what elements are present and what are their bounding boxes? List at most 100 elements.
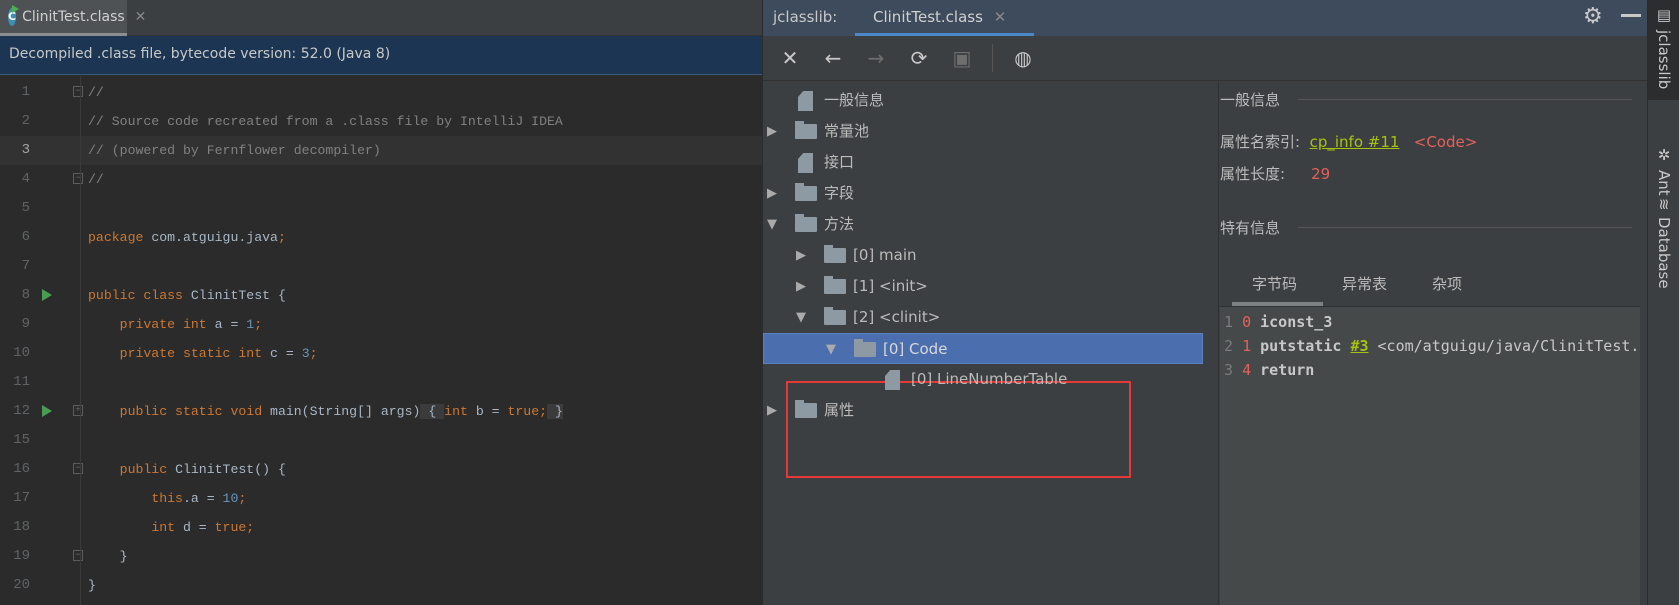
- bytecode-line-number: 2: [1224, 337, 1234, 355]
- tool-window-ant[interactable]: ✲ Ant: [1648, 140, 1679, 196]
- code-line: 20}: [0, 571, 762, 600]
- cp-info-link[interactable]: cp_info #11: [1310, 133, 1400, 151]
- run-gutter-icon[interactable]: [42, 289, 52, 301]
- code-token: ;: [309, 346, 318, 361]
- fold-collapse-icon[interactable]: −: [73, 173, 83, 184]
- tree-node[interactable]: ▶ [1] <init>: [763, 271, 1219, 302]
- code-line: 2 // Source code recreated from a .class …: [0, 107, 762, 136]
- collapsed-arrow-icon[interactable]: ▶: [767, 116, 777, 147]
- code-line: 11: [0, 368, 762, 397]
- gutter-divider: [80, 76, 81, 605]
- tree-node[interactable]: ▶ [0] main: [763, 240, 1219, 271]
- tool-window-jclasslib[interactable]: ▤ jclasslib: [1648, 0, 1679, 100]
- code-token: .a =: [182, 491, 223, 506]
- tree-node[interactable]: 接口: [763, 147, 1219, 178]
- tree-node[interactable]: [0] LineNumberTable: [763, 364, 1219, 395]
- refresh-icon[interactable]: ⟳: [906, 46, 932, 70]
- ant-icon: ✲: [1655, 146, 1673, 164]
- run-gutter-icon[interactable]: [42, 405, 52, 417]
- tree-node[interactable]: ▼ [2] <clinit>: [763, 302, 1219, 333]
- code-area[interactable]: 1−//2// Source code recreated from a .cl…: [0, 76, 762, 605]
- tab-misc[interactable]: 杂项: [1432, 273, 1462, 294]
- line-number: 5: [21, 200, 30, 216]
- class-structure-tree[interactable]: 一般信息 ▶ 常量池 接口 ▶ 字段 ▼ 方法 ▶ [0] main ▶ [1] <init> ▼ [2]…: [763, 81, 1219, 605]
- bytecode-view[interactable]: 1 0 iconst_3 2 1 putstatic #3 <com/atguig…: [1220, 307, 1640, 605]
- bytecode-line: 2 1 putstatic #3 <com/atguigu/java/Clini…: [1224, 337, 1640, 361]
- jclasslib-icon: ▤: [1655, 6, 1673, 24]
- expanded-arrow-icon[interactable]: ▼: [767, 209, 777, 240]
- fold-expand-icon[interactable]: +: [73, 405, 83, 416]
- tree-node[interactable]: ▶ 常量池: [763, 116, 1219, 147]
- code-token: //: [88, 85, 104, 100]
- save-icon[interactable]: ▣: [949, 46, 975, 70]
- code-line: 1 −//: [0, 78, 762, 107]
- line-number: 8: [21, 287, 30, 303]
- code-token: private static int: [119, 346, 271, 361]
- line-number: 6: [21, 229, 30, 245]
- tree-node[interactable]: ▼ [0] Code: [763, 333, 1203, 364]
- code-token: 1: [246, 317, 255, 332]
- tab-bytecode[interactable]: 字节码: [1252, 273, 1297, 294]
- code-token: int: [444, 404, 476, 419]
- code-text: }: [88, 542, 128, 571]
- toolbar-separator: [992, 44, 993, 72]
- jclasslib-toolbar: ✕ ← → ⟳ ▣ ◍: [763, 36, 1648, 81]
- tool-window-database[interactable]: ≋ Database: [1648, 192, 1679, 322]
- tree-node[interactable]: ▶ 属性: [763, 395, 1219, 426]
- tree-node[interactable]: ▼ 方法: [763, 209, 1219, 240]
- line-number: 1: [21, 84, 30, 100]
- bytecode-arg: <com/atguigu/java/ClinitTest.c>: [1377, 337, 1640, 355]
- section-title: 一般信息: [1220, 91, 1281, 109]
- code-text: //: [88, 78, 104, 107]
- code-line: 8 public class ClinitTest {: [0, 281, 762, 310]
- code-token: com.atguigu.java: [151, 230, 278, 245]
- minimize-icon[interactable]: [1621, 14, 1641, 17]
- tab-exception-table[interactable]: 异常表: [1342, 273, 1387, 294]
- bytecode-opcode: return: [1260, 361, 1315, 379]
- code-line: 17 this.a = 10;: [0, 484, 762, 513]
- forward-icon[interactable]: →: [863, 46, 889, 70]
- collapsed-arrow-icon[interactable]: ▶: [767, 395, 777, 426]
- line-number: 10: [13, 345, 30, 361]
- gear-icon[interactable]: ⚙: [1583, 4, 1603, 29]
- back-icon[interactable]: ←: [820, 46, 846, 70]
- bytecode-opcode: iconst_3: [1260, 313, 1333, 331]
- fold-collapse-icon[interactable]: −: [73, 463, 83, 474]
- folder-icon: [824, 276, 846, 294]
- web-icon[interactable]: ◍: [1010, 46, 1036, 70]
- line-number: 12: [13, 403, 30, 419]
- code-token: c =: [270, 346, 302, 361]
- fold-collapse-icon[interactable]: −: [73, 550, 83, 561]
- code-token: ClinitTest {: [190, 288, 286, 303]
- tree-node[interactable]: ▶ 字段: [763, 178, 1219, 209]
- fold-collapse-icon[interactable]: −: [73, 86, 83, 97]
- code-text: //: [88, 165, 104, 194]
- expanded-arrow-icon[interactable]: ▼: [796, 302, 806, 333]
- close-tab-icon[interactable]: ✕: [994, 8, 1007, 26]
- right-tool-stripe: ▤ jclasslib ✲ Ant ≋ Database: [1647, 0, 1679, 605]
- code-text: }: [88, 571, 96, 600]
- collapsed-arrow-icon[interactable]: ▶: [796, 271, 806, 302]
- jclasslib-tab[interactable]: ClinitTest.class ✕: [855, 0, 1034, 36]
- detail-pane: 一般信息 属性名索引: cp_info #11 <Code> 属性长度: 29 特…: [1220, 81, 1648, 605]
- code-token: }: [547, 404, 563, 419]
- close-tab-icon[interactable]: ✕: [135, 9, 147, 25]
- expanded-arrow-icon[interactable]: ▼: [826, 334, 836, 365]
- code-token: // Source code recreated from a .class f…: [88, 114, 563, 129]
- tree-node-label: 字段: [824, 184, 855, 202]
- jclasslib-panel: jclasslib: ClinitTest.class ✕ ⚙ ✕ ← → ⟳ ▣ ◍ 一…: [762, 0, 1648, 605]
- close-icon[interactable]: ✕: [777, 46, 803, 70]
- editor-tab[interactable]: C ClinitTest.class ✕: [0, 0, 146, 36]
- tree-node[interactable]: 一般信息: [763, 85, 1219, 116]
- collapsed-arrow-icon[interactable]: ▶: [796, 240, 806, 271]
- collapsed-arrow-icon[interactable]: ▶: [767, 178, 777, 209]
- attr-name-row: 属性名索引: cp_info #11 <Code>: [1220, 131, 1477, 152]
- bytecode-ref-link[interactable]: #3: [1350, 337, 1368, 355]
- tree-node-label: 属性: [824, 401, 855, 419]
- line-number: 2: [21, 113, 30, 129]
- code-token: // (powered by Fernflower decompiler): [88, 143, 381, 158]
- decompiled-banner: Decompiled .class file, bytecode version…: [0, 36, 762, 75]
- code-token: ;: [238, 491, 247, 506]
